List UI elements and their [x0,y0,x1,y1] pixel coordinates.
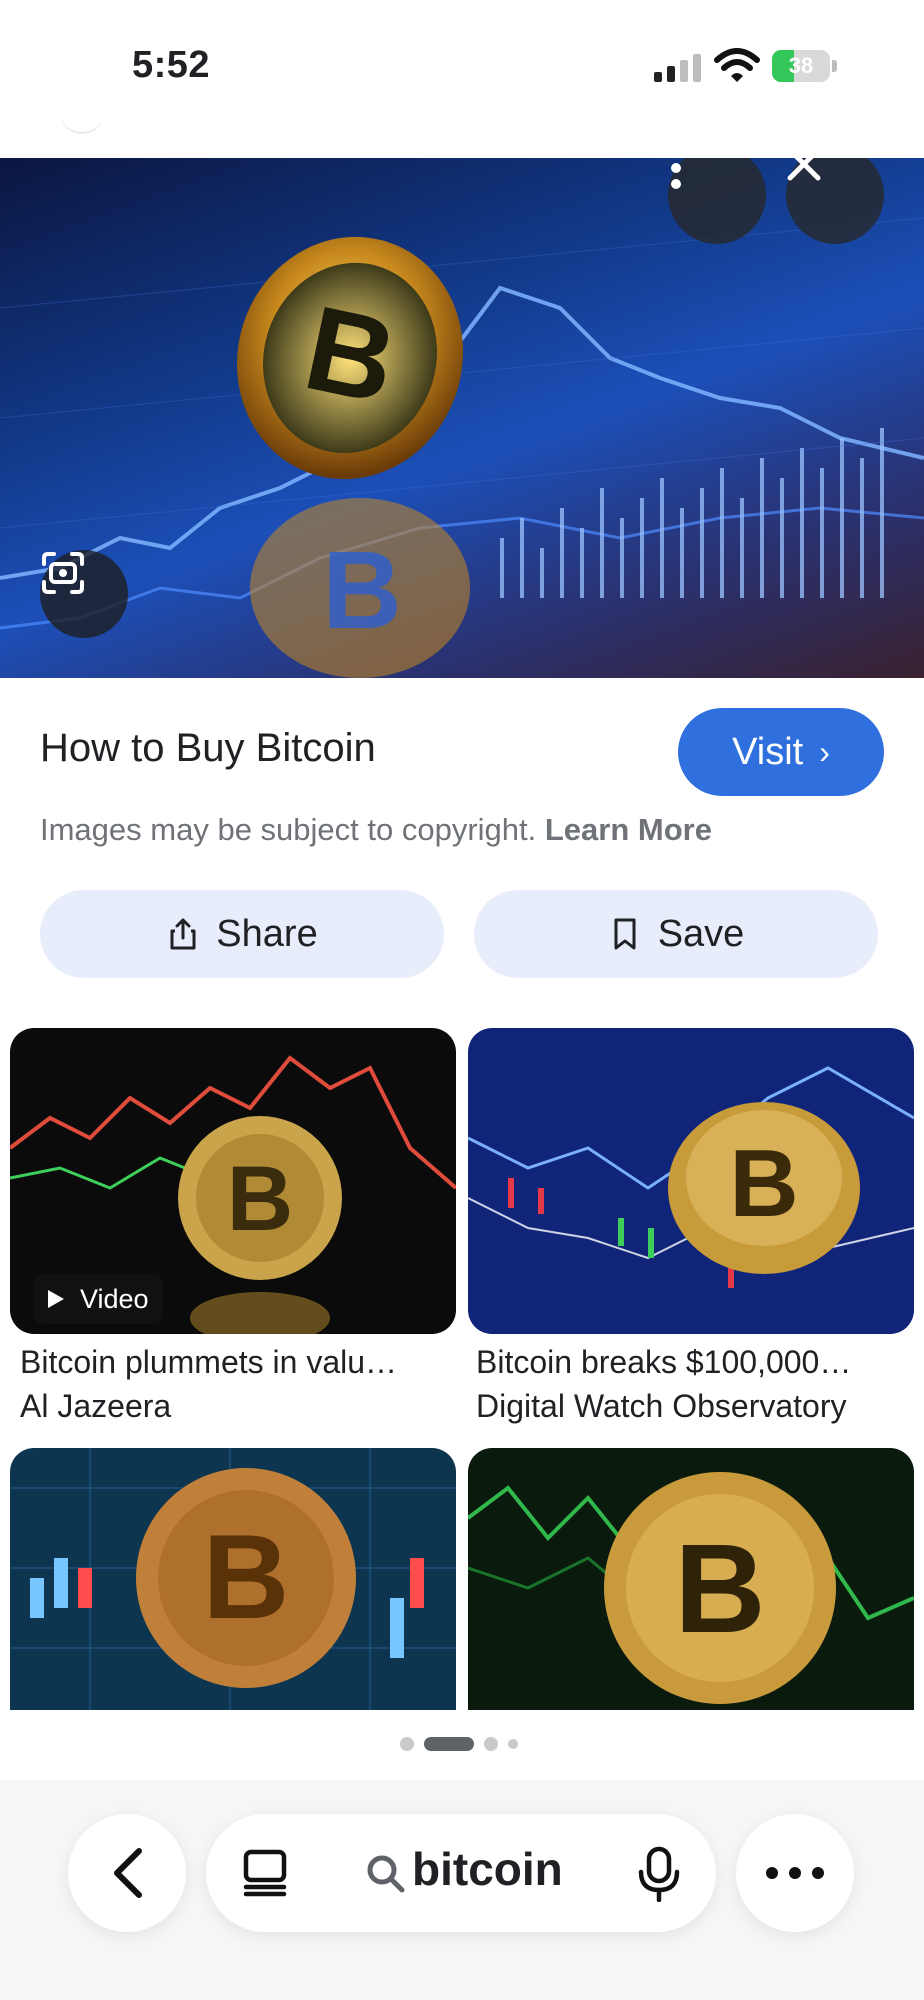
svg-text:B: B [675,1518,766,1659]
google-lens-icon [42,552,84,594]
bookmark-icon [614,918,636,950]
related-source-1: Al Jazeera [20,1388,172,1424]
learn-more-link[interactable]: Learn More [545,812,712,847]
status-bar: 5:52 38 [0,0,924,134]
svg-text:B: B [322,529,401,652]
more-vertical-icon [671,163,681,189]
play-icon [48,1290,64,1308]
cellular-signal-icon [654,52,704,82]
page-dot-active[interactable] [424,1737,474,1751]
battery-percent: 38 [788,53,814,78]
voice-search-button[interactable] [634,1846,684,1903]
search-query[interactable]: bitcoin [412,1842,563,1896]
chevron-right-icon: › [819,733,830,770]
battery-icon: 38 [772,50,838,82]
visit-label: Visit [732,730,804,773]
video-badge: Video [34,1274,163,1324]
related-title-2[interactable]: Bitcoin breaks $100,000… [476,1344,906,1381]
related-image-4[interactable]: B [468,1448,914,1710]
copyright-text: Images may be subject to copyright. [40,812,537,847]
visit-button[interactable]: Visit › [678,708,884,796]
related-image-3[interactable]: B [10,1448,456,1710]
share-icon [170,918,196,950]
video-badge-label: Video [80,1283,149,1314]
save-label: Save [657,912,745,955]
back-button[interactable] [68,1814,186,1932]
google-lens-button[interactable] [40,550,128,638]
pagination-dots [400,1736,528,1752]
main-image[interactable]: B B [0,158,924,678]
copyright-notice: Images may be subject to copyright. Lear… [40,812,712,848]
wifi-icon [714,48,760,84]
microphone-icon [638,1846,680,1903]
more-horizontal-icon [766,1867,824,1879]
svg-text:B: B [729,1130,798,1237]
tabs-icon [243,1849,287,1897]
svg-text:B: B [227,1148,293,1250]
share-label: Share [216,912,318,955]
back-chevron-icon [114,1848,142,1898]
related-source-2: Digital Watch Observatory [476,1388,847,1424]
page-dot[interactable] [484,1737,498,1751]
sheet-handle-remnant [60,112,104,134]
close-icon [787,158,821,181]
status-time: 5:52 [132,44,211,86]
tabs-button[interactable] [240,1848,290,1898]
share-button[interactable]: Share [40,890,444,978]
image-title: How to Buy Bitcoin [40,726,376,770]
page-dot[interactable] [400,1737,414,1751]
svg-text:B: B [203,1510,290,1644]
save-button[interactable]: Save [474,890,878,978]
search-icon [364,1852,408,1896]
related-image-2[interactable]: B [468,1028,914,1334]
page-dot[interactable] [508,1739,518,1749]
more-menu-button[interactable] [736,1814,854,1932]
related-title-1[interactable]: Bitcoin plummets in valu… [20,1344,450,1381]
